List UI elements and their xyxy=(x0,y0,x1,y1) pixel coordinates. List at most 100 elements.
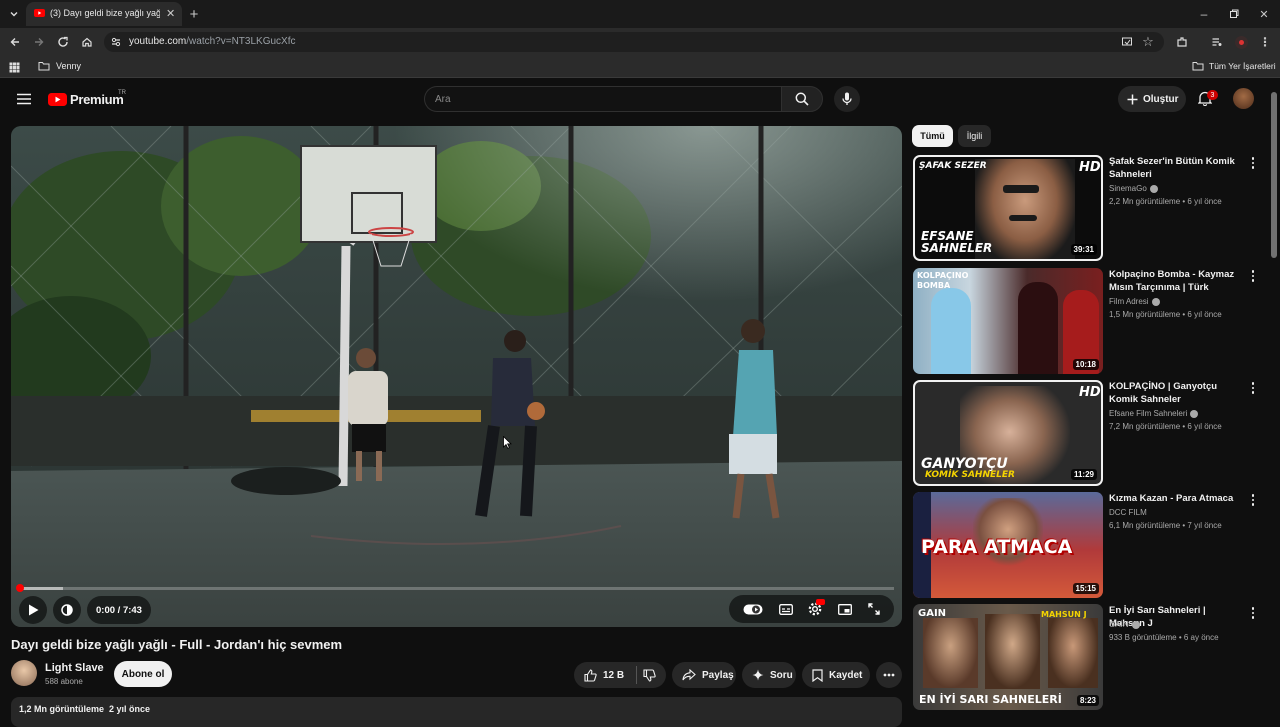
player-right-controls xyxy=(729,595,894,623)
like-button[interactable]: 12 B xyxy=(584,668,625,682)
reload-icon[interactable] xyxy=(55,34,71,50)
close-window-icon[interactable]: ✕ xyxy=(1256,6,1272,22)
restore-icon[interactable] xyxy=(1226,6,1242,22)
folder-icon xyxy=(38,61,50,71)
apps-grid-icon[interactable] xyxy=(6,59,22,75)
tab-close-icon[interactable]: ✕ xyxy=(166,7,175,20)
view-stats: 1,2 Mn görüntüleme 2 yıl önce xyxy=(19,704,150,714)
home-icon[interactable] xyxy=(79,34,95,50)
bookmark-folder-label: Venny xyxy=(56,61,82,71)
hd-badge: HD xyxy=(1079,385,1101,400)
rec-duration: 15:15 xyxy=(1072,583,1099,594)
voice-search-button[interactable] xyxy=(834,86,860,112)
minimize-icon[interactable]: – xyxy=(1196,6,1212,22)
rec-more-icon[interactable] xyxy=(1248,381,1258,395)
subscribe-button[interactable]: Abone ol xyxy=(114,661,172,687)
rec-channel[interactable]: GAİN xyxy=(1109,620,1140,629)
dislike-button[interactable] xyxy=(643,668,656,682)
browser-tab-strip: (3) Dayı geldi bize yağlı yağlı - F ✕ + … xyxy=(0,0,1280,28)
browser-tab-active[interactable]: (3) Dayı geldi bize yağlı yağlı - F ✕ xyxy=(26,2,182,26)
url-text: youtube.com/watch?v=NT3LKGucXfc xyxy=(129,36,296,47)
save-button[interactable]: Kaydet xyxy=(802,662,870,688)
rec-channel[interactable]: SinemaGo xyxy=(1109,184,1158,193)
logo-text: Premium xyxy=(70,92,124,107)
ask-button[interactable]: Soru xyxy=(742,662,796,688)
rec-channel[interactable]: Film Adresi xyxy=(1109,297,1160,306)
fullscreen-icon[interactable] xyxy=(868,603,880,615)
forward-icon[interactable] xyxy=(31,34,47,50)
rec-title[interactable]: Şafak Sezer'in Bütün Komik Sahneleri xyxy=(1109,155,1244,181)
page-scrollbar[interactable] xyxy=(1271,92,1277,258)
all-bookmarks[interactable]: Tüm Yer İşaretleri xyxy=(1192,61,1276,71)
youtube-logo[interactable]: Premium xyxy=(48,92,124,107)
rec-title[interactable]: Kızma Kazan - Para Atmaca xyxy=(1109,492,1244,505)
autoplay-toggle-icon[interactable] xyxy=(743,604,763,615)
rec-meta: 7,2 Mn görüntüleme • 6 yıl önce xyxy=(1109,422,1222,431)
subtitles-icon[interactable] xyxy=(778,603,793,615)
thumbs-down-icon xyxy=(643,668,656,682)
rec-title[interactable]: KOLPAÇİNO | Ganyotçu Komik Sahneler xyxy=(1109,380,1244,406)
thumb-text: SAHNELER xyxy=(921,241,993,255)
rec-thumbnail[interactable]: KOLPAÇINO BOMBA 10:18 xyxy=(913,268,1103,374)
rec-thumbnail[interactable]: ŞAFAK SEZER HD EFSANE SAHNELER 39:31 xyxy=(913,155,1103,261)
channel-avatar[interactable] xyxy=(11,660,37,686)
channel-name[interactable]: Light Slave xyxy=(45,662,104,674)
like-count: 12 B xyxy=(603,669,625,681)
rec-channel[interactable]: Efsane Film Sahneleri xyxy=(1109,409,1199,418)
like-dislike-group: 12 B xyxy=(574,662,666,688)
progress-bar[interactable] xyxy=(19,587,894,590)
search-input[interactable]: Ara xyxy=(424,86,782,112)
tab-list-icon[interactable] xyxy=(6,6,22,22)
rec-channel[interactable]: DCC FILM xyxy=(1109,508,1147,517)
video-player[interactable]: 0:00 / 7:43 xyxy=(11,126,902,627)
chip-all[interactable]: Tümü xyxy=(912,125,953,147)
search-placeholder: Ara xyxy=(435,94,451,105)
media-control-icon[interactable] xyxy=(1209,34,1225,50)
youtube-favicon-icon xyxy=(34,9,45,17)
rec-thumbnail[interactable]: PARA ATMACA 15:15 xyxy=(913,492,1103,598)
thumb-text: KOMİK SAHNELER xyxy=(925,470,1015,480)
youtube-play-logo-icon xyxy=(48,93,67,106)
rec-more-icon[interactable] xyxy=(1248,606,1258,620)
chip-related[interactable]: İlgili xyxy=(958,125,991,147)
save-label: Kaydet xyxy=(829,669,863,681)
settings-gear-icon[interactable] xyxy=(808,599,826,616)
back-icon[interactable] xyxy=(7,34,23,50)
account-avatar[interactable] xyxy=(1233,88,1254,109)
create-label: Oluştur xyxy=(1143,93,1179,105)
rec-thumbnail[interactable]: GAIN MAHSUN J EN İYİ SARI SAHNELERİ 8:23 xyxy=(913,604,1103,710)
volume-button[interactable] xyxy=(53,596,81,624)
profile-icon[interactable] xyxy=(1233,34,1249,50)
subscriber-count: 588 abone xyxy=(45,677,83,686)
video-title: Dayı geldi bize yağlı yağlı - Full - Jor… xyxy=(11,637,343,652)
more-actions-button[interactable] xyxy=(876,662,902,688)
progress-scrubber[interactable] xyxy=(16,584,24,592)
guide-menu-icon[interactable] xyxy=(17,93,31,105)
verified-check-icon xyxy=(1151,297,1160,306)
thumb-text: EN İYİ SARI SAHNELERİ xyxy=(919,693,1062,706)
thumb-text: GAIN xyxy=(918,608,947,619)
rec-title[interactable]: Kolpaçino Bomba - Kaymaz Mısın Tarçınıma… xyxy=(1109,268,1244,294)
miniplayer-icon[interactable] xyxy=(838,603,853,615)
share-button[interactable]: Paylaş xyxy=(672,662,736,688)
browser-menu-icon[interactable]: ⋮ xyxy=(1257,34,1273,50)
thumb-text: PARA ATMACA xyxy=(921,536,1073,558)
new-tab-icon[interactable]: + xyxy=(186,6,202,23)
extensions-icon[interactable] xyxy=(1174,34,1190,50)
search-button[interactable] xyxy=(781,86,823,112)
rec-more-icon[interactable] xyxy=(1248,269,1258,283)
rec-more-icon[interactable] xyxy=(1248,156,1258,170)
verified-check-icon xyxy=(1131,620,1140,629)
logo-region: TR xyxy=(118,90,126,96)
play-button[interactable] xyxy=(19,596,47,624)
cast-icon[interactable] xyxy=(1119,34,1135,50)
rec-thumbnail[interactable]: HD GANYOTÇU KOMİK SAHNELER 11:29 xyxy=(913,380,1103,486)
rec-more-icon[interactable] xyxy=(1248,493,1258,507)
bookmark-folder-venny[interactable]: Venny xyxy=(38,61,81,71)
share-arrow-icon xyxy=(682,669,696,681)
site-info-icon[interactable] xyxy=(110,36,122,48)
thumb-text: ŞAFAK SEZER xyxy=(919,161,987,171)
create-button[interactable]: Oluştur xyxy=(1118,86,1186,112)
sparkle-icon xyxy=(752,669,764,681)
bookmark-star-icon[interactable]: ☆ xyxy=(1140,34,1156,50)
